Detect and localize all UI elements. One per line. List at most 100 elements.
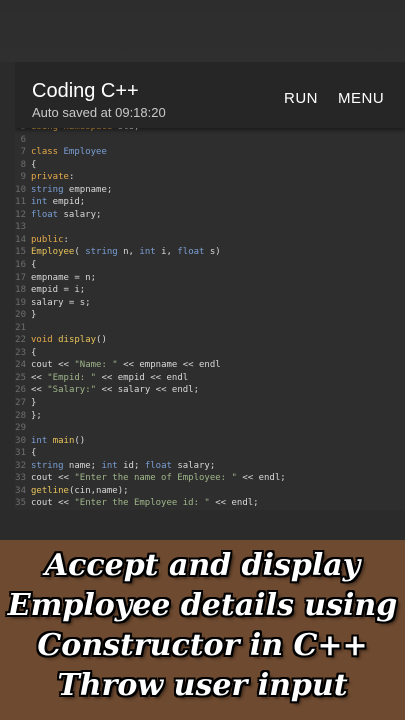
code-text: << "Salary:" << salary << endl; bbox=[31, 385, 199, 396]
line-number: 9 bbox=[20, 172, 26, 183]
code-line: 29 bbox=[15, 422, 405, 435]
line-number: 15 bbox=[15, 247, 26, 258]
code-text: cout << "Enter the Employee id: " << end… bbox=[31, 498, 259, 509]
code-line: 24 cout << "Name: " << empname << endl bbox=[15, 359, 405, 372]
code-line: 16 { bbox=[15, 259, 405, 272]
line-number: 32 bbox=[15, 460, 26, 471]
code-line: 30 int main() bbox=[15, 435, 405, 448]
video-caption: Accept and display Employee details using… bbox=[0, 546, 405, 706]
line-number: 13 bbox=[15, 222, 26, 233]
line-number: 18 bbox=[15, 285, 26, 296]
line-number: 21 bbox=[15, 322, 26, 333]
code-text: { bbox=[31, 448, 37, 459]
line-number: 17 bbox=[15, 272, 26, 283]
code-text: string empname; bbox=[31, 184, 113, 195]
code-line: 26 << "Salary:" << salary << endl; bbox=[15, 384, 405, 397]
line-number: 35 bbox=[15, 498, 26, 509]
code-editor[interactable]: Coding C++ Auto saved at 09:18:20 RUN ME… bbox=[15, 62, 405, 510]
line-number: 6 bbox=[20, 134, 26, 145]
line-number: 30 bbox=[15, 435, 26, 446]
code-text: float salary; bbox=[31, 209, 102, 220]
code-line: 32 string name; int id; float salary; bbox=[15, 460, 405, 473]
app-title: Coding C++ bbox=[32, 80, 139, 102]
line-number: 20 bbox=[15, 310, 26, 321]
code-text: void display() bbox=[31, 335, 107, 346]
code-line: 20} bbox=[15, 309, 405, 322]
code-line: 35 cout << "Enter the Employee id: " << e… bbox=[15, 497, 405, 510]
code-text: { bbox=[31, 159, 37, 170]
line-number: 12 bbox=[15, 209, 26, 220]
code-text: } bbox=[31, 310, 37, 321]
code-line: 12 float salary; bbox=[15, 209, 405, 222]
code-text: << "Empid: " << empid << endl bbox=[31, 372, 189, 383]
line-number: 33 bbox=[15, 473, 26, 484]
line-number: 26 bbox=[15, 385, 26, 396]
code-text: Employee( string n, int i, float s) bbox=[31, 247, 221, 258]
code-line: 34 getline(cin,name); bbox=[15, 485, 405, 498]
code-text: private: bbox=[31, 172, 75, 183]
code-line: 10 string empname; bbox=[15, 184, 405, 197]
line-number: 10 bbox=[15, 184, 26, 195]
caption-line: Throw user input bbox=[57, 668, 348, 703]
line-number: 11 bbox=[15, 197, 26, 208]
line-number: 24 bbox=[15, 360, 26, 371]
code-line: 25 << "Empid: " << empid << endl bbox=[15, 372, 405, 385]
line-number: 16 bbox=[15, 260, 26, 271]
line-number: 22 bbox=[15, 335, 26, 346]
code-line: 19 salary = s; bbox=[15, 297, 405, 310]
code-line: 31 { bbox=[15, 447, 405, 460]
code-text: int main() bbox=[31, 435, 86, 446]
code-line: 28}; bbox=[15, 410, 405, 423]
line-number: 28 bbox=[15, 410, 26, 421]
code-text: empname = n; bbox=[31, 272, 97, 283]
code-text: cout << "Enter the name of Employee: " <… bbox=[31, 473, 286, 484]
code-line: 23 { bbox=[15, 347, 405, 360]
caption-banner: Accept and display Employee details using… bbox=[0, 540, 405, 720]
code-text: string name; int id; float salary; bbox=[31, 460, 216, 471]
code-line: 22 void display() bbox=[15, 334, 405, 347]
line-number: 7 bbox=[20, 147, 26, 158]
line-number: 27 bbox=[15, 398, 26, 409]
code-line: 21 bbox=[15, 322, 405, 335]
app-bar: Coding C++ Auto saved at 09:18:20 RUN ME… bbox=[15, 62, 405, 128]
line-number: 25 bbox=[15, 372, 26, 383]
code-text: int empid; bbox=[31, 197, 86, 208]
line-number: 14 bbox=[15, 234, 26, 245]
code-text: { bbox=[31, 260, 37, 271]
line-number: 19 bbox=[15, 297, 26, 308]
autosave-status: Auto saved at 09:18:20 bbox=[32, 105, 166, 120]
code-area[interactable]: 5using namespace std;67class Employee8{9… bbox=[15, 121, 405, 510]
line-number: 29 bbox=[15, 423, 26, 434]
code-line: 13 bbox=[15, 221, 405, 234]
code-line: 6 bbox=[15, 134, 405, 147]
code-text: { bbox=[31, 347, 37, 358]
code-line: 33 cout << "Enter the name of Employee: "… bbox=[15, 472, 405, 485]
code-text: class Employee bbox=[31, 147, 107, 158]
code-text: public: bbox=[31, 234, 69, 245]
code-line: 8{ bbox=[15, 159, 405, 172]
code-text: salary = s; bbox=[31, 297, 91, 308]
line-number: 8 bbox=[20, 159, 26, 170]
line-number: 31 bbox=[15, 448, 26, 459]
code-line: 18 empid = i; bbox=[15, 284, 405, 297]
code-line: 7 class Employee bbox=[15, 146, 405, 159]
line-number: 23 bbox=[15, 347, 26, 358]
background-top bbox=[0, 0, 405, 62]
code-line: 15 Employee( string n, int i, float s) bbox=[15, 246, 405, 259]
code-text: } bbox=[31, 398, 37, 409]
caption-line: Constructor in C++ bbox=[37, 628, 368, 663]
code-text: empid = i; bbox=[31, 285, 86, 296]
caption-line: Accept and display bbox=[44, 548, 361, 583]
code-text: getline(cin,name); bbox=[31, 485, 129, 496]
code-text: }; bbox=[31, 410, 42, 421]
code-line: 17 empname = n; bbox=[15, 272, 405, 285]
line-number: 34 bbox=[15, 485, 26, 496]
caption-line: Employee details using bbox=[7, 588, 398, 623]
code-line: 14 public: bbox=[15, 234, 405, 247]
code-line: 11 int empid; bbox=[15, 196, 405, 209]
code-text: cout << "Name: " << empname << endl bbox=[31, 360, 221, 371]
run-button[interactable]: RUN bbox=[284, 90, 318, 107]
menu-button[interactable]: MENU bbox=[338, 90, 384, 107]
code-line: 9 private: bbox=[15, 171, 405, 184]
code-line: 27} bbox=[15, 397, 405, 410]
